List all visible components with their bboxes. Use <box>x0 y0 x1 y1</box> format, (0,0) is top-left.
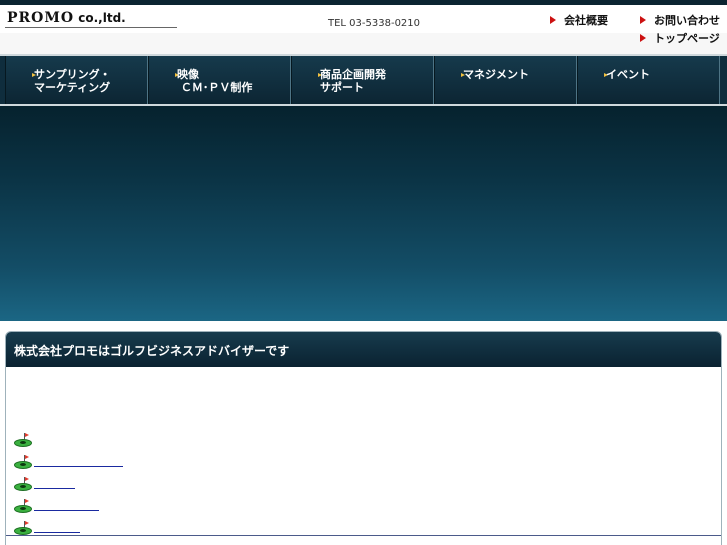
list-link[interactable] <box>34 466 123 467</box>
contact-label: お問い合わせ <box>654 14 720 27</box>
nav-item-video-production[interactable]: 映像 ＣＭ･ＰＶ制作 <box>148 56 291 104</box>
content-panel: 株式会社プロモはゴルフビジネスアドバイザーです <box>5 331 722 545</box>
nav-item-label: サンプリング・ マーケティング <box>34 68 111 94</box>
golf-green-icon <box>14 499 34 515</box>
bottom-divider <box>6 535 721 536</box>
company-info-label: 会社概要 <box>564 14 608 27</box>
golf-green-icon <box>14 433 34 449</box>
list-link[interactable] <box>34 532 80 533</box>
logo-suffix: co.,ltd. <box>74 11 126 25</box>
logo-main: PROMO <box>7 10 75 26</box>
nav-item-label: 映像 ＣＭ･ＰＶ制作 <box>177 68 253 94</box>
list-item[interactable] <box>14 471 123 493</box>
list-link[interactable] <box>34 488 75 489</box>
header: PROMO co.,ltd. TEL 03-5338-0210 会社概要 お問い… <box>0 5 727 54</box>
list-item[interactable] <box>14 493 123 515</box>
nav-item-sampling-marketing[interactable]: サンプリング・ マーケティング <box>5 56 148 104</box>
nav-item-management[interactable]: マネジメント <box>434 56 577 104</box>
panel-title: 株式会社プロモはゴルフビジネスアドバイザーです <box>6 332 721 367</box>
hero-banner <box>0 106 727 321</box>
top-page-label: トップページ <box>654 32 720 45</box>
contact-link[interactable]: お問い合わせ <box>640 12 720 28</box>
top-page-link[interactable]: トップページ <box>640 30 720 46</box>
list-link[interactable] <box>34 510 99 511</box>
nav-item-product-planning[interactable]: 商品企画開発 サポート <box>291 56 434 104</box>
nav-item-label: 商品企画開発 サポート <box>320 68 386 94</box>
logo[interactable]: PROMO co.,ltd. <box>7 10 126 26</box>
red-triangle-icon <box>550 16 556 24</box>
list-item[interactable] <box>14 449 123 471</box>
list-item[interactable] <box>14 515 123 537</box>
nav-item-label: イベント <box>606 68 650 81</box>
main-nav: サンプリング・ マーケティング 映像 ＣＭ･ＰＶ制作 商品企画開発 サポート マ… <box>0 54 727 106</box>
header-band <box>0 33 727 54</box>
golf-green-icon <box>14 455 34 471</box>
link-list <box>14 427 123 537</box>
golf-green-icon <box>14 477 34 493</box>
red-triangle-icon <box>640 16 646 24</box>
nav-item-event[interactable]: イベント <box>577 56 720 104</box>
phone-number: TEL 03-5338-0210 <box>328 18 421 29</box>
red-triangle-icon <box>640 34 646 42</box>
nav-item-label: マネジメント <box>463 68 529 81</box>
list-item[interactable] <box>14 427 123 449</box>
company-info-link[interactable]: 会社概要 <box>550 12 608 28</box>
logo-underline <box>5 27 177 28</box>
